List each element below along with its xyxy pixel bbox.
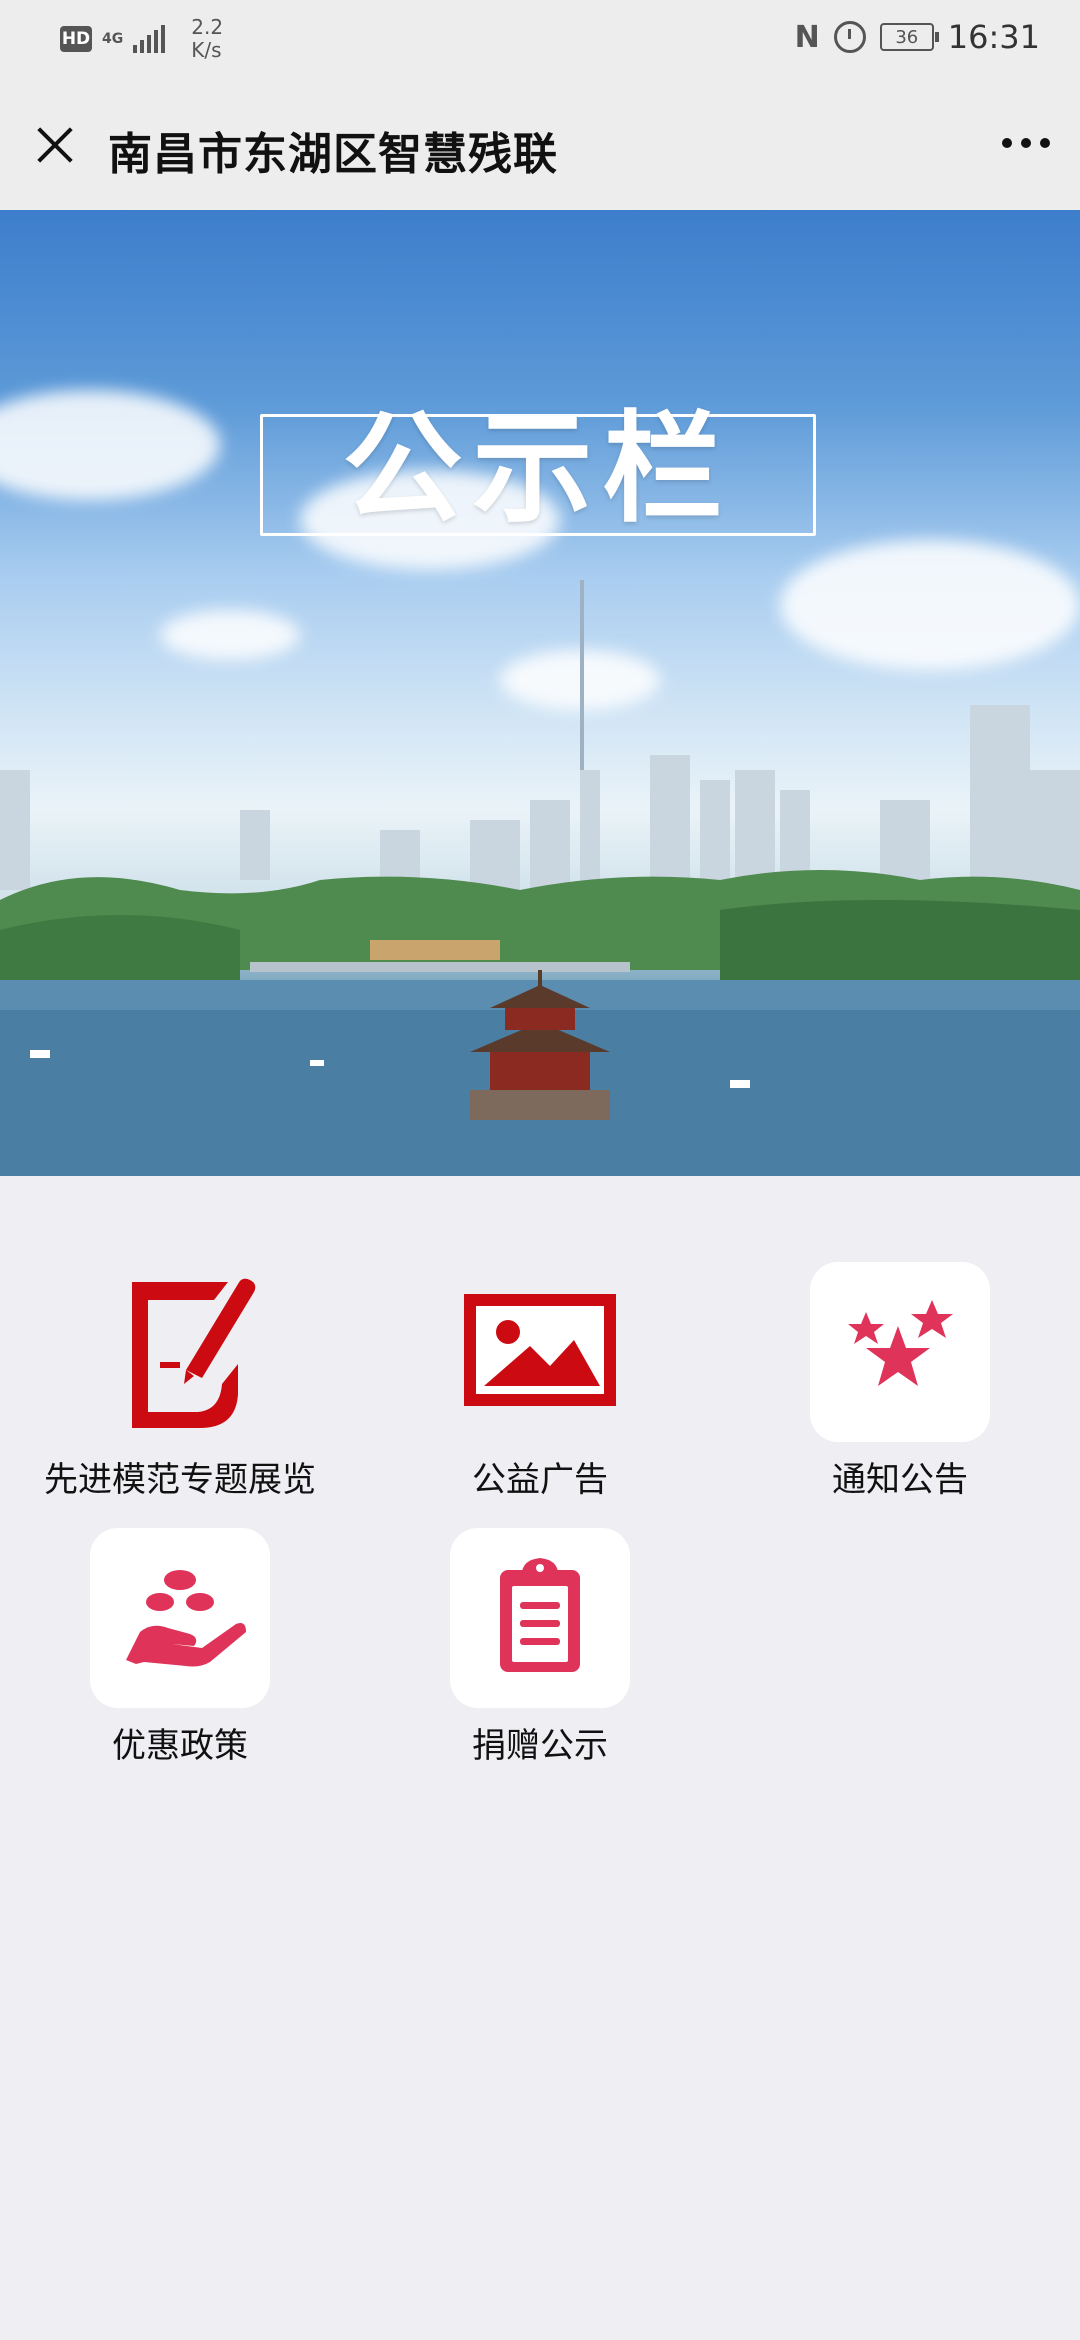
menu-item-notices[interactable]: 通知公告	[720, 1262, 1080, 1501]
battery-icon: 36	[879, 23, 939, 51]
stars-icon	[848, 1300, 953, 1386]
menu-item-label: 通知公告	[832, 1460, 968, 1500]
status-right: N 36 16:31	[795, 18, 1040, 56]
menu-tile[interactable]	[450, 1528, 630, 1708]
helping-hand-icon	[126, 1570, 246, 1667]
alarm-icon	[833, 21, 866, 53]
menu-tile[interactable]	[90, 1528, 270, 1708]
nfc-icon: N	[794, 19, 820, 55]
menu-item-label: 公益广告	[472, 1460, 608, 1500]
battery-level: 36	[895, 26, 919, 48]
menu-item-exhibition[interactable]: 先进模范专题展览	[0, 1262, 360, 1501]
signal-icon	[133, 25, 166, 53]
close-icon[interactable]	[30, 120, 80, 170]
page-title: 南昌市东湖区智慧残联	[108, 129, 558, 180]
menu-item-ads[interactable]: 公益广告	[360, 1262, 720, 1501]
status-bar: HD 4G 2.2 K/s N 36 16:31	[0, 0, 1080, 80]
status-time: 16:31	[947, 18, 1040, 56]
menu-item-label: 先进模范专题展览	[44, 1460, 316, 1500]
menu-tile[interactable]	[450, 1262, 630, 1442]
speed-unit: K/s	[191, 38, 222, 62]
status-left: HD 4G 2.2 K/s	[60, 16, 223, 62]
menu-tile[interactable]	[810, 1262, 990, 1442]
more-options-icon[interactable]	[1002, 138, 1050, 148]
banner-title: 公示栏	[342, 400, 733, 539]
hd-icon: HD	[60, 26, 92, 52]
city-skyline-illustration	[0, 580, 1080, 1176]
menu-item-label: 优惠政策	[112, 1726, 248, 1766]
picture-icon	[464, 1294, 616, 1406]
network-speed: 2.2 K/s	[191, 16, 223, 62]
menu-item-donations[interactable]: 捐赠公示	[360, 1528, 720, 1767]
menu-item-policies[interactable]: 优惠政策	[0, 1528, 360, 1767]
menu-item-label: 捐赠公示	[472, 1726, 608, 1766]
pen-document-icon	[132, 1278, 256, 1428]
network-type: 4G	[102, 31, 124, 47]
banner-image[interactable]: 公示栏	[0, 210, 1080, 1176]
nav-bar: 南昌市东湖区智慧残联	[0, 80, 1080, 210]
menu-tile[interactable]	[90, 1262, 270, 1442]
speed-value: 2.2	[191, 15, 224, 39]
clipboard-icon	[500, 1558, 580, 1672]
